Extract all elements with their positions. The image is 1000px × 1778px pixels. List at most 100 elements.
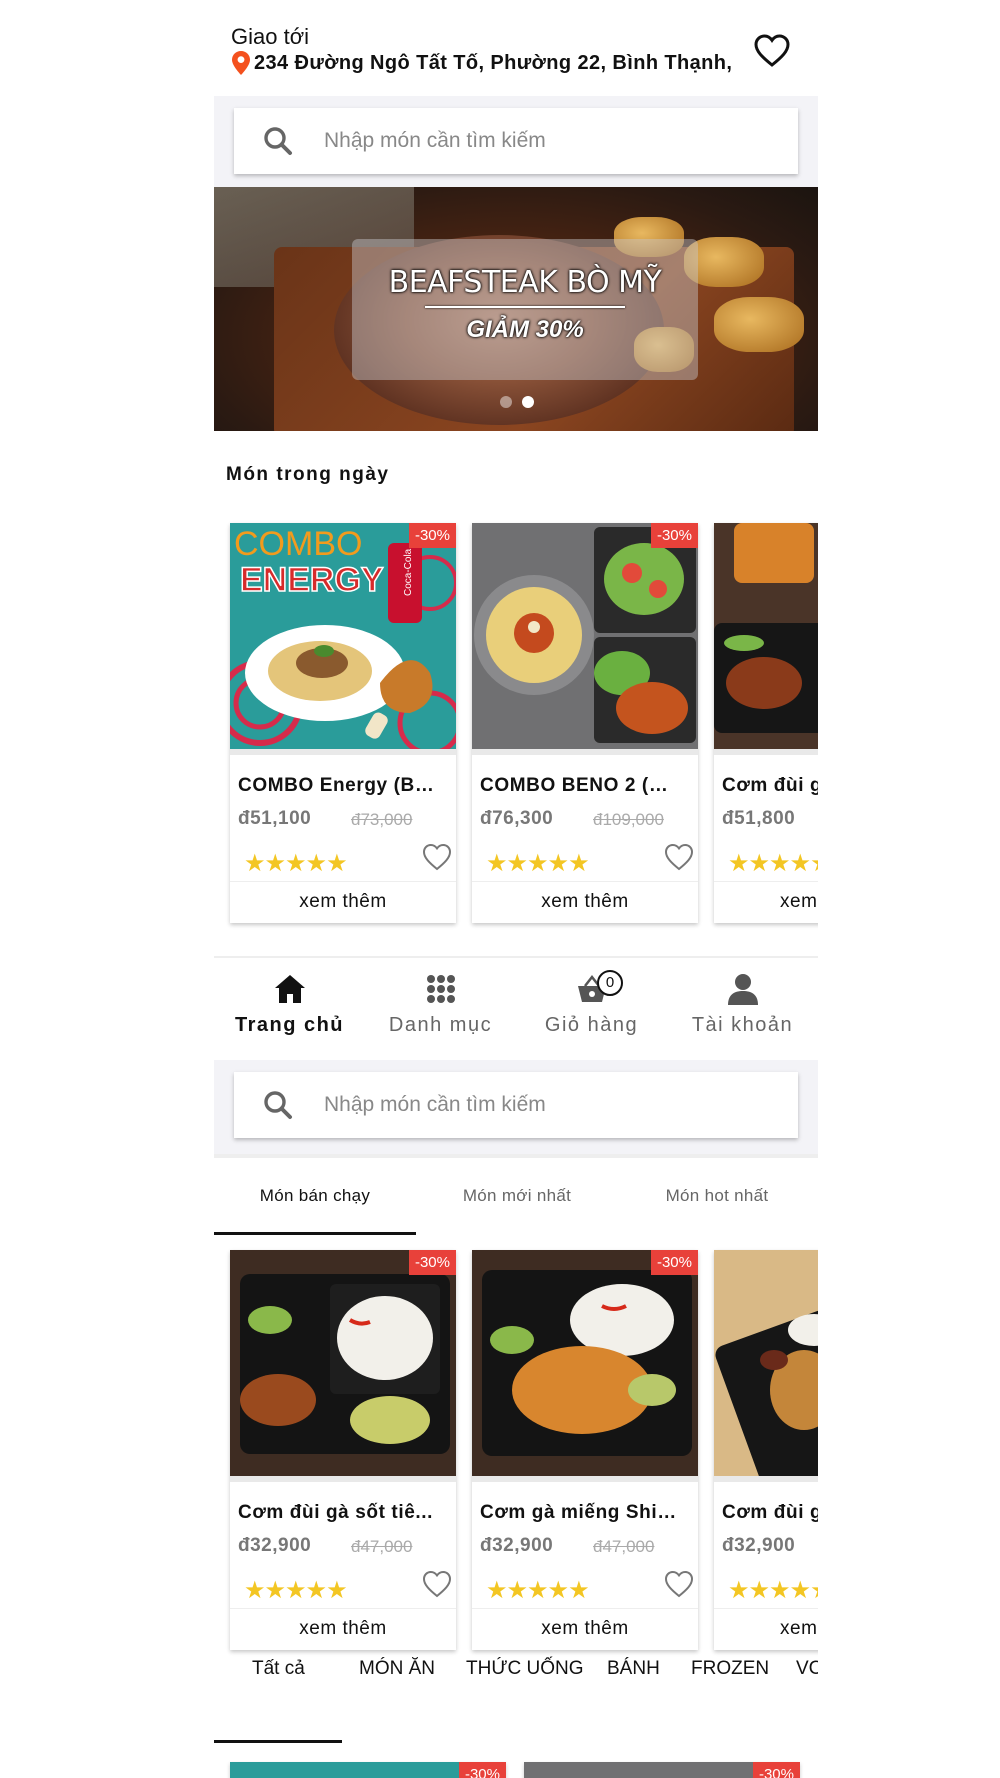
nav-label: Trang chủ	[234, 1014, 345, 1036]
rating-stars: ★★★★★	[486, 1577, 590, 1604]
product-name: COMBO BENO 2 (B...	[480, 775, 680, 796]
carousel-dot[interactable]	[500, 396, 512, 408]
favorites-heart-icon[interactable]	[754, 34, 790, 68]
product-card[interactable]: -30%	[230, 1762, 506, 1778]
see-more-button[interactable]: xem	[714, 883, 818, 923]
product-price: đ51,100	[238, 808, 312, 829]
card-divider	[472, 1608, 698, 1609]
banner-image-potato	[714, 297, 804, 352]
tab-hottest[interactable]: Món hot nhất	[616, 1186, 818, 1206]
nav-label: Danh mục	[388, 1014, 493, 1036]
discount-badge: -30%	[458, 1762, 506, 1778]
see-more-button[interactable]: xem	[714, 1610, 818, 1650]
product-card[interactable]: -30%	[524, 1762, 800, 1778]
svg-text:ENERGY: ENERGY	[240, 561, 384, 599]
rating-stars: ★★★★★	[244, 1577, 348, 1604]
svg-text:Coca-Cola: Coca-Cola	[403, 548, 414, 596]
category-tabs: Tất cả MÓN ĂN THỨC UỐNG BÁNH FROZEN VC	[214, 1648, 818, 1744]
search-bar-container: Nhập món cần tìm kiếm	[214, 1060, 818, 1154]
product-name: Cơm đùi gà sốt tiê...	[238, 1502, 434, 1523]
favorite-heart-icon[interactable]	[664, 1570, 694, 1598]
see-more-button[interactable]: xem thêm	[230, 1610, 456, 1650]
favorite-heart-icon[interactable]	[664, 843, 694, 871]
product-old-price: đ73,000	[351, 810, 413, 829]
bottom-navigation: Trang chủ Danh mục 0 Giỏ hàng Tài khoản	[214, 956, 818, 1060]
chicken-pepper-rice-image	[230, 1250, 456, 1476]
search-icon	[264, 127, 292, 155]
card-divider	[714, 881, 818, 882]
card-divider	[714, 1608, 818, 1609]
location-pin-icon	[232, 51, 250, 75]
nav-item-account[interactable]: Tài khoản	[667, 972, 818, 1037]
favorite-heart-icon[interactable]	[422, 843, 452, 871]
see-more-button[interactable]: xem thêm	[472, 1610, 698, 1650]
header: Giao tới 234 Đường Ngô Tất Tố, Phường 22…	[214, 0, 818, 96]
product-card[interactable]: COMBO ENERGY Coca-Cola -30% COMBO Energy…	[230, 523, 456, 923]
category-drinks[interactable]: THỨC UỐNG	[466, 1658, 584, 1680]
category-cakes[interactable]: BÁNH	[607, 1658, 660, 1680]
daily-product-row: COMBO ENERGY Coca-Cola -30% COMBO Energy…	[230, 523, 818, 923]
product-image	[714, 1250, 818, 1482]
chicken-cutlet-rice-image	[472, 1250, 698, 1476]
svg-text:COMBO: COMBO	[234, 525, 362, 563]
promo-overlay: BEAFSTEAK BÒ MỸ GIẢM 30%	[352, 239, 698, 380]
product-old-price: đ47,000	[351, 1537, 413, 1556]
discount-badge: -30%	[408, 523, 456, 548]
product-price: đ32,900	[238, 1535, 312, 1556]
nav-item-home[interactable]: Trang chủ	[214, 972, 365, 1037]
promo-banner[interactable]: BEAFSTEAK BÒ MỸ GIẢM 30%	[214, 187, 818, 431]
category-all[interactable]: Tất cả	[252, 1658, 305, 1680]
product-price: đ32,900	[480, 1535, 554, 1556]
carousel-dot-active[interactable]	[522, 396, 534, 408]
combo-beno-image	[472, 523, 698, 749]
tab-newest[interactable]: Món mới nhất	[416, 1186, 618, 1206]
discount-badge: -30%	[752, 1762, 800, 1778]
see-more-button[interactable]: xem thêm	[230, 883, 456, 923]
discount-badge: -30%	[650, 1250, 698, 1275]
card-divider	[230, 881, 456, 882]
product-card[interactable]: -30% COMBO BENO 2 (B... đ76,300 đ109,000…	[472, 523, 698, 923]
category-vc[interactable]: VC	[796, 1658, 818, 1680]
home-icon	[274, 975, 305, 1003]
product-image: -30%	[472, 523, 698, 755]
search-placeholder: Nhập món cần tìm kiếm	[324, 1093, 546, 1116]
app-screen: Giao tới 234 Đường Ngô Tất Tố, Phường 22…	[214, 0, 818, 1778]
promo-title: BEAFSTEAK BÒ MỸ	[388, 265, 662, 300]
card-divider	[230, 1608, 456, 1609]
search-placeholder: Nhập món cần tìm kiếm	[324, 129, 546, 152]
address-row[interactable]: 234 Đường Ngô Tất Tố, Phường 22, Bình Th…	[231, 51, 732, 75]
favorite-heart-icon[interactable]	[422, 1570, 452, 1598]
nav-item-categories[interactable]: Danh mục	[365, 972, 516, 1037]
product-grid-peek: -30% -30%	[230, 1762, 818, 1778]
cart-count-badge: 0	[597, 970, 623, 996]
product-card[interactable]: Cơm đùi g đ32,900 ★★★★★ xem	[714, 1250, 818, 1650]
chicken-rice-image	[714, 1250, 818, 1476]
discount-badge: -30%	[650, 523, 698, 548]
product-image: COMBO ENERGY Coca-Cola -30%	[230, 523, 456, 755]
product-card[interactable]: -30% Cơm gà miếng Shili... đ32,900 đ47,0…	[472, 1250, 698, 1650]
carousel-dots	[500, 396, 534, 408]
product-name: Cơm đùi g	[722, 775, 818, 796]
grid-icon	[426, 975, 455, 1003]
bestseller-product-row: -30% Cơm đùi gà sốt tiê... đ32,900 đ47,0…	[230, 1250, 818, 1650]
product-image: -30%	[472, 1250, 698, 1482]
category-food[interactable]: MÓN ĂN	[359, 1658, 435, 1680]
product-tabs: Món bán chạy Món mới nhất Món hot nhất	[214, 1154, 818, 1235]
category-frozen[interactable]: FROZEN	[691, 1658, 769, 1680]
nav-item-cart[interactable]: 0 Giỏ hàng	[516, 970, 667, 1037]
product-name: Cơm gà miếng Shili...	[480, 1502, 680, 1523]
see-more-button[interactable]: xem thêm	[472, 883, 698, 923]
rating-stars: ★★★★★	[244, 850, 348, 877]
product-old-price: đ47,000	[593, 1537, 655, 1556]
product-card[interactable]: Cơm đùi g đ51,800 ★★★★★ xem	[714, 523, 818, 923]
promo-divider	[425, 306, 625, 308]
product-image: -30%	[230, 1250, 456, 1482]
search-input[interactable]: Nhập món cần tìm kiếm	[234, 1072, 798, 1138]
user-icon	[727, 974, 758, 1005]
section-title-daily: Món trong ngày	[226, 464, 390, 485]
address-text: 234 Đường Ngô Tất Tố, Phường 22, Bình Th…	[254, 51, 733, 74]
nav-label: Giỏ hàng	[544, 1014, 639, 1036]
product-card[interactable]: -30% Cơm đùi gà sốt tiê... đ32,900 đ47,0…	[230, 1250, 456, 1650]
tab-best-selling[interactable]: Món bán chạy	[214, 1186, 416, 1206]
search-input[interactable]: Nhập món cần tìm kiếm	[234, 108, 798, 174]
